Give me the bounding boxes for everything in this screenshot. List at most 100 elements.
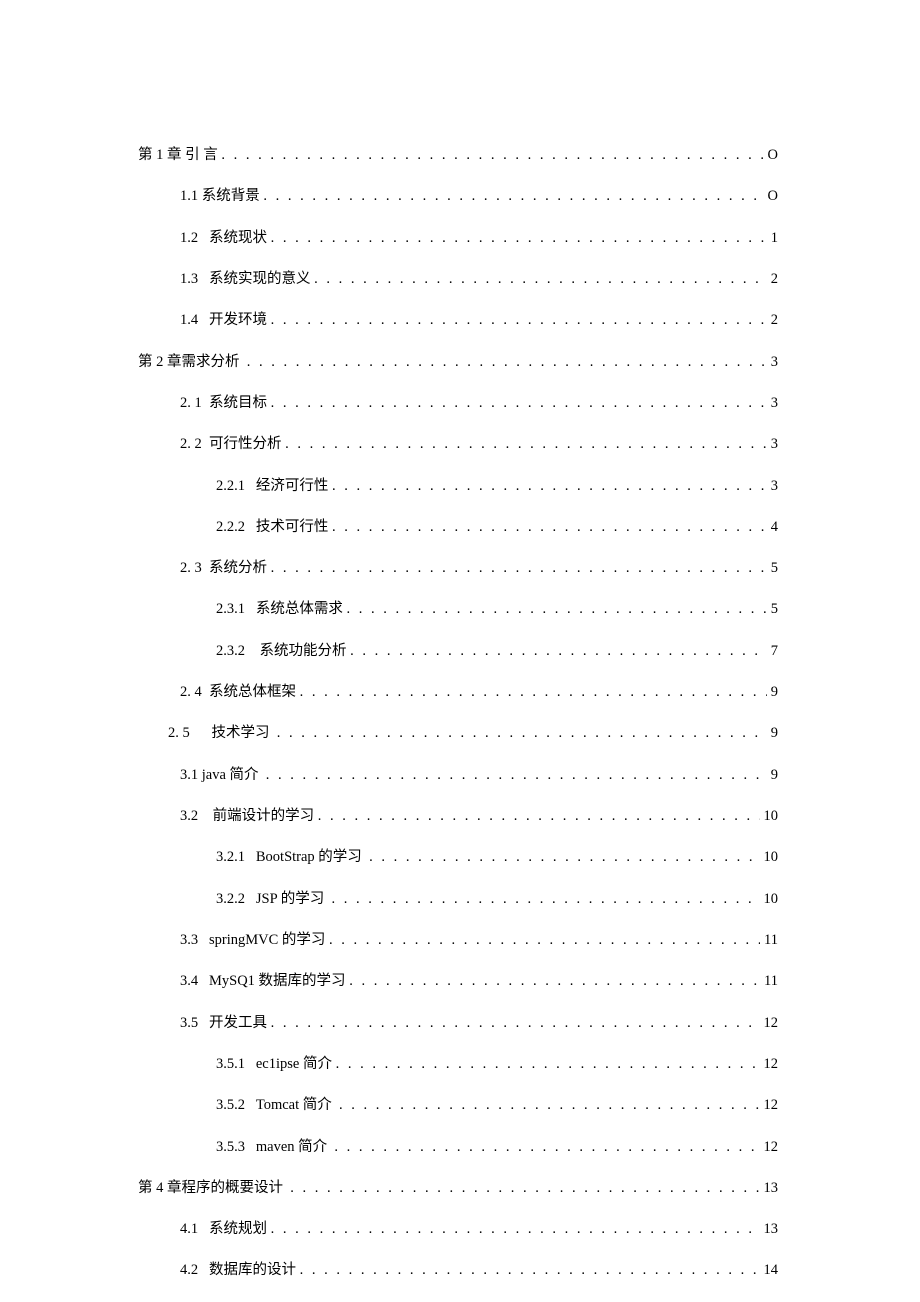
toc-entry[interactable]: 1.1 系统背景 O	[138, 186, 778, 207]
toc-page-number: 5	[767, 558, 778, 579]
toc-entry[interactable]: 1.4 开发环境 2	[138, 310, 778, 331]
toc-entry[interactable]: 2. 1 系统目标 3	[138, 393, 778, 414]
toc-entry[interactable]: 3.2.2 JSP 的学习 10	[138, 889, 778, 910]
toc-page-number: 2	[767, 269, 778, 290]
toc-page-number: 3	[767, 352, 778, 373]
toc-leaders	[369, 847, 759, 868]
toc-entry[interactable]: 3.2.1 BootStrap 的学习 10	[138, 847, 778, 868]
toc-entry[interactable]: 第 1 章 引 言 O	[138, 145, 778, 166]
toc-title: 系统总体框架	[209, 682, 300, 703]
toc-page-number: 10	[760, 889, 779, 910]
toc-page-number: 12	[760, 1137, 779, 1158]
toc-page-number: 3	[767, 434, 778, 455]
toc-leaders	[266, 765, 767, 786]
toc-number: 2. 3	[180, 558, 209, 579]
toc-leaders	[347, 599, 767, 620]
toc-title: maven 简介	[256, 1137, 335, 1158]
toc-page-number: 1	[767, 228, 778, 249]
toc-leaders	[285, 434, 767, 455]
toc-leaders	[271, 558, 767, 579]
toc-title: 数据库的设计	[209, 1260, 300, 1281]
toc-entry[interactable]: 3.5.2 Tomcat 简介 12	[138, 1095, 778, 1116]
toc-title: Tomcat 简介	[256, 1095, 339, 1116]
toc-leaders	[263, 186, 763, 207]
toc-number: 3.5	[180, 1013, 209, 1034]
toc-entry[interactable]: 3.3 springMVC 的学习 11	[138, 930, 778, 951]
toc-title: 第 4 章程序的概要设计	[138, 1178, 290, 1199]
toc-title: MySQ1 数据库的学习	[209, 971, 349, 992]
toc-entry[interactable]: 4.1 系统规划 13	[138, 1219, 778, 1240]
toc-list: 第 1 章 引 言 O 1.1 系统背景 O 1.2 系统现状 1 1.3 系统实现的…	[138, 145, 778, 1281]
toc-number: 3.5.3	[216, 1137, 256, 1158]
toc-title: 开发环境	[209, 310, 271, 331]
toc-number: 1.2	[180, 228, 209, 249]
toc-number: 2. 4	[180, 682, 209, 703]
toc-entry[interactable]: 2. 3 系统分析 5	[138, 558, 778, 579]
toc-leaders	[332, 476, 767, 497]
toc-entry[interactable]: 2.3.2 系统功能分析 7	[138, 641, 778, 662]
toc-page-number: 11	[760, 971, 778, 992]
toc-page-number: 9	[767, 723, 778, 744]
toc-entry[interactable]: 2. 4 系统总体框架 9	[138, 682, 778, 703]
toc-leaders	[271, 393, 767, 414]
toc-entry[interactable]: 3.1 java 简介 9	[138, 765, 778, 786]
toc-number: 2. 5	[168, 723, 212, 744]
toc-page-number: 9	[767, 765, 778, 786]
toc-entry[interactable]: 第 4 章程序的概要设计 13	[138, 1178, 778, 1199]
toc-leaders	[318, 806, 760, 827]
toc-number: 1.3	[180, 269, 209, 290]
toc-title: 系统现状	[209, 228, 271, 249]
toc-entry[interactable]: 4.2 数据库的设计 14	[138, 1260, 778, 1281]
toc-title: 系统规划	[209, 1219, 271, 1240]
toc-leaders	[277, 723, 767, 744]
toc-title: 系统总体需求	[256, 599, 347, 620]
toc-entry[interactable]: 2.2.1 经济可行性 3	[138, 476, 778, 497]
toc-leaders	[271, 1219, 760, 1240]
toc-number: 1.4	[180, 310, 209, 331]
toc-number: 3.3	[180, 930, 209, 951]
toc-number: 3.2	[180, 806, 213, 827]
toc-page-number: 13	[760, 1178, 779, 1199]
toc-page-number: 11	[760, 930, 778, 951]
toc-leaders	[331, 889, 759, 910]
toc-leaders	[334, 1137, 759, 1158]
toc-title: 技术可行性	[256, 517, 332, 538]
toc-leaders	[349, 971, 760, 992]
toc-page-number: 3	[767, 393, 778, 414]
toc-number: 4.2	[180, 1260, 209, 1281]
toc-entry[interactable]: 2. 5 技术学习 9	[138, 723, 778, 744]
toc-entry[interactable]: 第 2 章需求分析 3	[138, 352, 778, 373]
toc-entry[interactable]: 3.5.3 maven 简介 12	[138, 1137, 778, 1158]
toc-container: 第 1 章 引 言 O 1.1 系统背景 O 1.2 系统现状 1 1.3 系统实现的…	[138, 145, 778, 1302]
toc-page-number: 13	[760, 1219, 779, 1240]
toc-number: 2. 2	[180, 434, 209, 455]
toc-number: 2.2.1	[216, 476, 256, 497]
toc-entry[interactable]: 1.3 系统实现的意义 2	[138, 269, 778, 290]
toc-number: 3.5.2	[216, 1095, 256, 1116]
toc-page-number: O	[764, 145, 778, 166]
toc-entry[interactable]: 3.5.1 ec1ipse 简介 12	[138, 1054, 778, 1075]
toc-title: 3.1 java 简介	[180, 765, 266, 786]
toc-number: 2.3.1	[216, 599, 256, 620]
toc-leaders	[221, 145, 763, 166]
toc-number: 3.5.1	[216, 1054, 256, 1075]
toc-page-number: 4	[767, 517, 778, 538]
toc-entry[interactable]: 3.5 开发工具 12	[138, 1013, 778, 1034]
toc-entry[interactable]: 3.4 MySQ1 数据库的学习 11	[138, 971, 778, 992]
toc-page-number: 10	[760, 806, 779, 827]
toc-number: 4.1	[180, 1219, 209, 1240]
toc-title: BootStrap 的学习	[256, 847, 369, 868]
toc-leaders	[290, 1178, 759, 1199]
toc-page-number: 2	[767, 310, 778, 331]
toc-entry[interactable]: 2. 2 可行性分析 3	[138, 434, 778, 455]
toc-entry[interactable]: 2.2.2 技术可行性 4	[138, 517, 778, 538]
toc-page-number: 14	[760, 1260, 779, 1281]
toc-entry[interactable]: 1.2 系统现状 1	[138, 228, 778, 249]
toc-page-number: 12	[760, 1054, 779, 1075]
toc-leaders	[339, 1095, 759, 1116]
toc-number: 2. 1	[180, 393, 209, 414]
toc-title: 系统功能分析	[260, 641, 351, 662]
toc-entry[interactable]: 3.2 前端设计的学习 10	[138, 806, 778, 827]
toc-leaders	[247, 352, 767, 373]
toc-entry[interactable]: 2.3.1 系统总体需求 5	[138, 599, 778, 620]
